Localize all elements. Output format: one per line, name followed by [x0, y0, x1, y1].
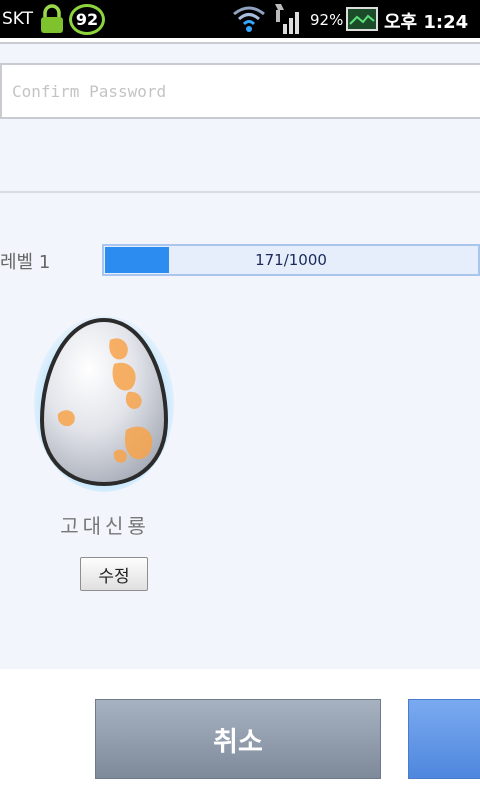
level-label: 레벨 1 — [0, 252, 51, 273]
status-bar: SKT 92 92% 오후 1:24 — [0, 0, 480, 38]
confirm-password-input[interactable] — [2, 65, 480, 117]
pet-name: 고대신룡 — [60, 514, 150, 538]
edit-button[interactable]: 수정 — [80, 557, 148, 591]
level-progress-text: 171/1000 — [255, 251, 327, 269]
level-progress-bar: 171/1000 — [102, 244, 480, 276]
picture-icon — [346, 7, 378, 31]
password-field[interactable] — [0, 38, 480, 44]
cancel-button[interactable]: 취소 — [95, 699, 381, 779]
wifi-icon — [233, 6, 265, 32]
notification-badge: 92 — [69, 4, 105, 35]
confirm-button[interactable] — [408, 699, 480, 779]
clock: 오후 1:24 — [384, 12, 469, 33]
dragon-egg-image — [34, 316, 174, 492]
confirm-password-field[interactable] — [0, 63, 480, 119]
section-divider — [0, 191, 480, 193]
lock-icon — [41, 4, 63, 33]
battery-percent: 92% — [310, 11, 344, 29]
carrier-label: SKT — [2, 9, 34, 29]
signal-icon — [275, 4, 299, 34]
